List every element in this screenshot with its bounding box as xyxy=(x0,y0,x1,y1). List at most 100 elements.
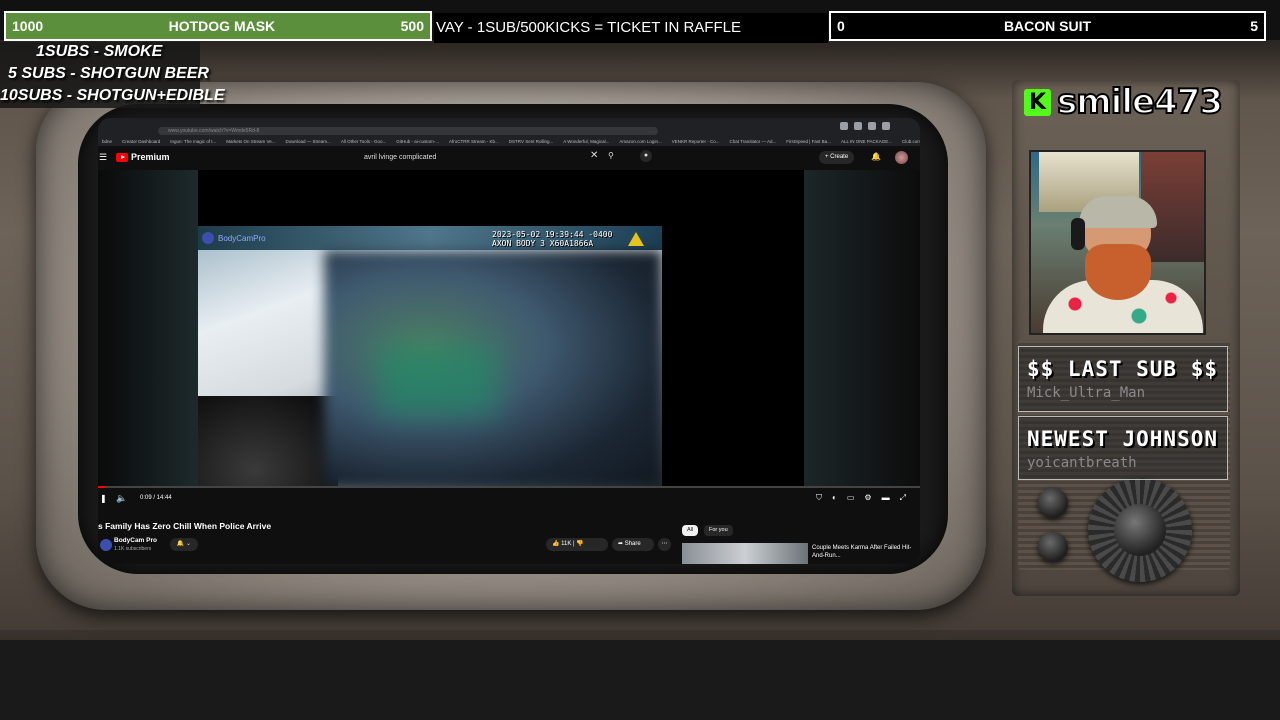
newest-johnson-title: NEWEST JOHNSON xyxy=(1027,427,1219,451)
settings-gear-icon[interactable]: ⚙ xyxy=(864,493,871,503)
sub-goal-5: 5 SUBS - SHOTGUN BEER xyxy=(8,65,209,82)
menu-icon[interactable]: ☰ xyxy=(99,152,107,163)
shield-icon[interactable]: ⛉ xyxy=(816,493,822,503)
progress-fill xyxy=(98,486,107,488)
kick-branding: K smile473 xyxy=(1024,81,1224,123)
browser-toolbar-icons xyxy=(840,122,890,130)
newest-johnson-name: yoicantbreath xyxy=(1027,455,1137,471)
recommended-thumbnail[interactable] xyxy=(682,543,808,564)
player-right-controls: ⛉ ◐ ▭ ⚙ ▬ ⤢ xyxy=(816,493,906,503)
raffle-ticker: VAY - 1SUB/500KICKS = TICKET IN RAFFLE xyxy=(434,13,828,43)
clear-search-icon[interactable]: ✕ xyxy=(590,150,598,161)
browser-window: www.youtube.com/watch?v=Wmde5Rd-8 bdne Cr… xyxy=(98,118,920,564)
bookmark-item[interactable]: GitHub - ai-custom-... xyxy=(396,139,439,144)
extension-icon[interactable] xyxy=(868,122,876,130)
kick-logo-icon: K xyxy=(1024,88,1051,116)
subtitles-icon[interactable]: ▭ xyxy=(847,493,855,503)
youtube-logo[interactable]: Premium xyxy=(116,152,170,162)
last-sub-panel: $$ LAST SUB $$ Mick_Ultra_Man xyxy=(1018,346,1228,412)
share-label: Share xyxy=(624,541,641,547)
youtube-header: ☰ Premium avril lvinge complicated ✕ ⚲ ●… xyxy=(98,146,920,170)
cam-streamer-beard xyxy=(1085,244,1151,300)
video-details: s Family Has Zero Chill When Police Arri… xyxy=(98,508,920,564)
sub-goal-10: 10SUBS - SHOTGUN+EDIBLE xyxy=(0,87,225,104)
youtube-play-icon xyxy=(116,152,128,162)
cam-streamer-cap xyxy=(1079,196,1157,228)
more-actions-icon[interactable]: ⋯ xyxy=(658,538,671,551)
bookmark-item[interactable]: FirstSpeed | Fast Ba... xyxy=(786,139,831,144)
search-icon[interactable]: ⚲ xyxy=(608,151,614,160)
like-button[interactable]: 👍 11K | 👎 xyxy=(546,538,608,551)
bookmarks-bar: bdne Creator Dashboard Ingun: The magic of… xyxy=(98,136,920,146)
like-count: 11K xyxy=(561,541,572,547)
watermark-text: BodyCamPro xyxy=(218,233,266,243)
bookmark-item[interactable]: Amazon.com Login... xyxy=(619,139,661,144)
notifications-bell-icon[interactable]: 🔔 xyxy=(871,152,881,161)
bookmark-item[interactable]: bdne xyxy=(102,139,112,144)
browser-tab-strip: www.youtube.com/watch?v=Wmde5Rd-8 xyxy=(98,118,920,136)
goal-target: 500 xyxy=(400,18,424,34)
extension-icon[interactable] xyxy=(854,122,862,130)
timestamp-line-1: 2023-05-02 19:39:44 -0400 xyxy=(492,230,613,239)
bookmark-item[interactable]: AfroCTRR Stream - Kb... xyxy=(449,139,499,144)
fullscreen-icon[interactable]: ⤢ xyxy=(900,493,906,503)
channel-subscribers: 1.1K subscribers xyxy=(114,546,152,552)
share-button[interactable]: ➦ Share xyxy=(612,538,654,551)
goal-bar-hotdog: 1000 HOTDOG MASK 500 xyxy=(4,11,432,41)
goal-title: BACON SUIT xyxy=(1003,18,1092,34)
bookmark-item[interactable]: Download — Stream... xyxy=(286,139,331,144)
channel-name[interactable]: BodyCam Pro xyxy=(114,537,157,544)
sub-goal-1: 1SUBS - SMOKE xyxy=(36,43,163,60)
extension-icon[interactable] xyxy=(840,122,848,130)
bookmark-item[interactable]: ALL IN ONE PACKAGE... xyxy=(841,139,892,144)
channel-avatar[interactable] xyxy=(100,539,112,551)
watermark-logo-icon xyxy=(202,232,214,244)
video-title: s Family Has Zero Chill When Police Arri… xyxy=(98,521,272,531)
cam-headset xyxy=(1071,218,1085,250)
microphone-icon[interactable]: ● xyxy=(640,150,652,162)
bookmark-item[interactable]: Creator Dashboard xyxy=(122,139,160,144)
theater-mode-icon[interactable]: ▬ xyxy=(882,493,890,503)
webcam-feed xyxy=(1029,150,1206,335)
volume-icon[interactable]: 🔈 xyxy=(116,493,127,504)
channel-dial xyxy=(1088,478,1192,582)
video-frame[interactable]: BodyCamPro 2023-05-02 19:39:44 -0400 AXO… xyxy=(198,226,662,488)
progress-bar[interactable] xyxy=(98,486,920,488)
ambient-right xyxy=(804,170,920,486)
create-button[interactable]: + Create xyxy=(819,151,855,164)
bookmark-item[interactable]: Ingun: The magic of t... xyxy=(170,139,216,144)
channel-watermark: BodyCamPro xyxy=(202,232,266,244)
player-controls: ❚ 🔈 0:09 / 14:44 ⛉ ◐ ▭ ⚙ ▬ ⤢ xyxy=(98,486,920,508)
bookmark-item[interactable]: Markets On Stream Ve... xyxy=(226,139,275,144)
goal-target: 5 xyxy=(1250,18,1258,34)
bookmark-item[interactable]: Chat Translator — Ad... xyxy=(729,139,776,144)
search-input[interactable]: avril lvinge complicated xyxy=(356,151,602,165)
bookmark-item[interactable]: Club.com xyxy=(902,139,920,144)
chip-all[interactable]: All xyxy=(682,525,699,536)
car-dashboard xyxy=(198,396,338,488)
recommended-title[interactable]: Couple Meets Karma After Failed Hit-And-… xyxy=(812,544,912,560)
autoplay-toggle-icon[interactable]: ◐ xyxy=(832,493,837,503)
premium-label: Premium xyxy=(131,152,170,162)
bookmark-item[interactable]: A Wonderful, Magical... xyxy=(563,139,609,144)
bookmark-item[interactable]: DSTRV Sent Rolling... xyxy=(509,139,553,144)
play-icon[interactable]: ❚ xyxy=(100,494,107,503)
account-avatar[interactable] xyxy=(895,151,908,164)
time-display: 0:09 / 14:44 xyxy=(140,495,172,501)
axon-logo-icon xyxy=(628,232,644,246)
profile-icon[interactable] xyxy=(882,122,890,130)
address-bar[interactable]: www.youtube.com/watch?v=Wmde5Rd-8 xyxy=(158,127,658,135)
subscribed-bell-button[interactable]: 🔔 ⌄ xyxy=(170,538,198,551)
timestamp-line-2: AXON BODY 3 X60A1866A xyxy=(492,239,594,248)
bookmark-item[interactable]: All Other Tools - Goo... xyxy=(341,139,386,144)
bookmark-item[interactable]: VENKR Reporter - Co... xyxy=(672,139,720,144)
streamer-name: smile473 xyxy=(1056,81,1224,123)
ambient-left xyxy=(98,170,198,486)
video-player[interactable]: BodyCamPro 2023-05-02 19:39:44 -0400 AXO… xyxy=(198,170,804,488)
small-knob-2 xyxy=(1038,532,1068,562)
newest-johnson-panel: NEWEST JOHNSON yoicantbreath xyxy=(1018,416,1228,480)
last-sub-name: Mick_Ultra_Man xyxy=(1027,385,1146,401)
chip-for-you[interactable]: For you xyxy=(704,525,733,536)
goal-count: 0 xyxy=(837,18,845,34)
blurred-region-accent xyxy=(378,346,498,416)
